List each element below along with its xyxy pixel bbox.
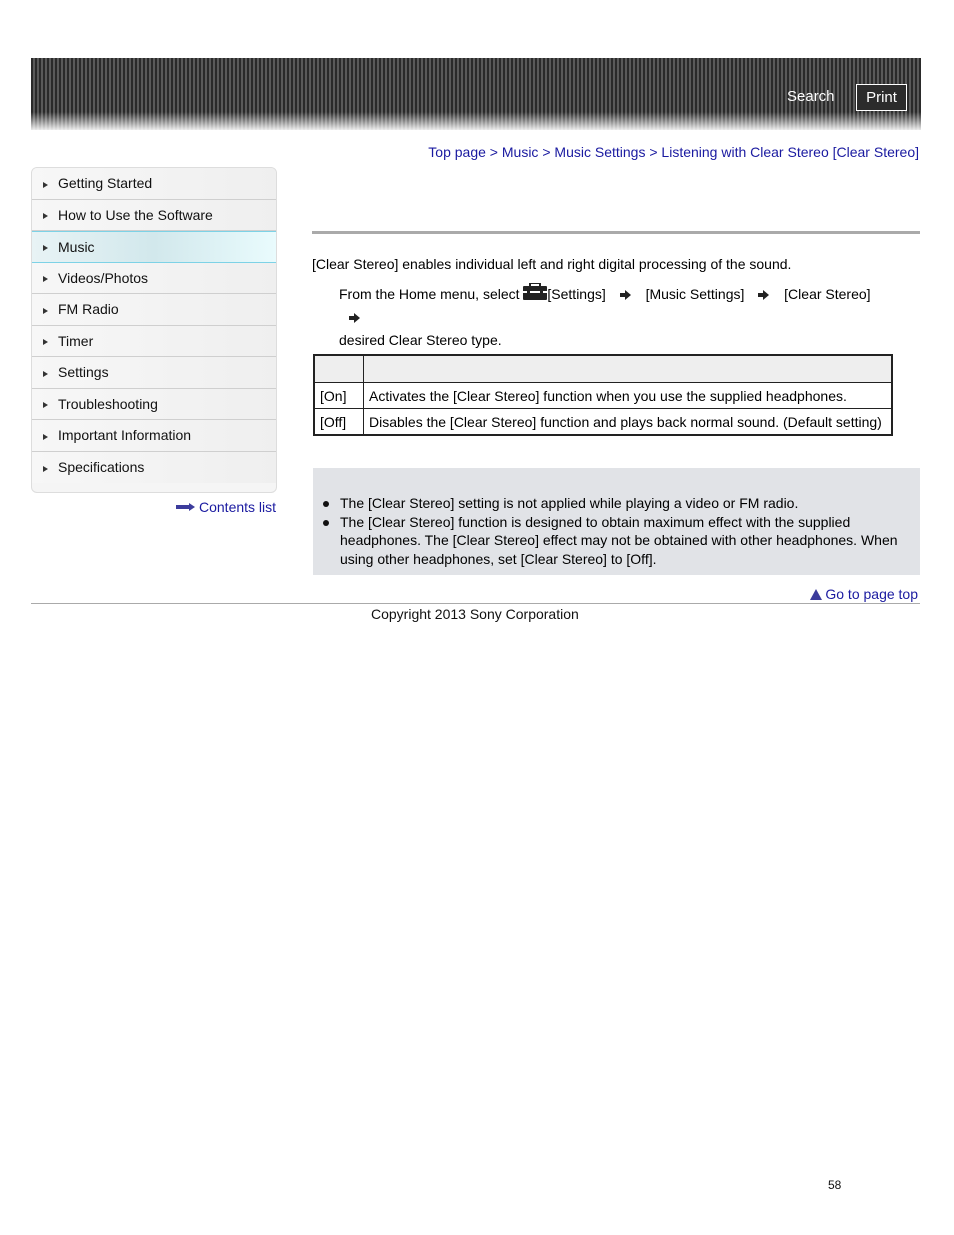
sidebar-item-fm-radio[interactable]: FM Radio (32, 294, 276, 326)
option-cell: [On] (313, 382, 364, 409)
sidebar-item-videos-photos[interactable]: Videos/Photos (32, 262, 276, 294)
step-music-settings: [Music Settings] (645, 286, 745, 302)
table-row: [Off] Disables the [Clear Stereo] functi… (313, 408, 893, 436)
triangle-right-icon (43, 402, 48, 409)
option-cell: [Off] (313, 408, 364, 436)
arrow-right-icon (176, 503, 196, 511)
triangle-right-icon (43, 339, 48, 346)
breadcrumb-current-page[interactable]: Listening with Clear Stereo [Clear Stere… (661, 144, 919, 160)
hint-list: The [Clear Stereo] setting is not applie… (323, 494, 913, 568)
triangle-right-icon (43, 433, 48, 440)
breadcrumb-top-page[interactable]: Top page (428, 144, 486, 160)
hint-box: The [Clear Stereo] setting is not applie… (313, 468, 920, 575)
triangle-up-icon (810, 588, 823, 600)
contents-list-label: Contents list (199, 499, 277, 515)
sidebar-item-music[interactable]: Music (32, 231, 276, 263)
triangle-right-icon (43, 213, 48, 220)
arrow-right-icon (349, 313, 361, 323)
sidebar-item-label: Videos/Photos (58, 269, 149, 286)
sidebar-item-label: Important Information (58, 427, 192, 444)
sidebar-item-label: Timer (58, 332, 94, 349)
intro-text: [Clear Stereo] enables individual left a… (312, 256, 792, 272)
sidebar-item-how-to-use-software[interactable]: How to Use the Software (32, 199, 276, 231)
sidebar-item-settings[interactable]: Settings (32, 357, 276, 389)
triangle-right-icon (43, 245, 48, 252)
triangle-right-icon (43, 465, 48, 472)
step-settings: [Settings] (547, 286, 606, 302)
sidebar-item-label: Troubleshooting (58, 395, 158, 412)
procedure-step: From the Home menu, select [Settings] [M… (339, 282, 899, 352)
sidebar-item-label: Music (58, 238, 95, 255)
footer-divider (31, 603, 920, 604)
go-to-page-top-link[interactable]: Go to page top (810, 586, 918, 602)
sidebar-item-specifications[interactable]: Specifications (32, 451, 276, 483)
description-cell: Activates the [Clear Stereo] function wh… (363, 382, 893, 409)
breadcrumb-music-settings[interactable]: Music Settings (554, 144, 645, 160)
sidebar-item-label: How to Use the Software (58, 206, 213, 223)
triangle-right-icon (43, 181, 48, 188)
search-link[interactable]: Search (787, 88, 835, 105)
breadcrumb: Top page > Music > Music Settings > List… (428, 144, 919, 160)
hint-item: The [Clear Stereo] setting is not applie… (323, 494, 913, 513)
breadcrumb-separator: > (649, 144, 658, 160)
description-cell: Disables the [Clear Stereo] function and… (363, 408, 893, 436)
table-row: [On] Activates the [Clear Stereo] functi… (313, 382, 893, 409)
sidebar-item-label: Specifications (58, 459, 145, 476)
table-header-row (313, 354, 893, 383)
breadcrumb-separator: > (489, 144, 498, 160)
print-button[interactable]: Print (856, 84, 907, 111)
sidebar-item-label: FM Radio (58, 301, 119, 318)
page-top-label: Go to page top (825, 586, 918, 602)
triangle-right-icon (43, 276, 48, 283)
sidebar-nav: Getting Started How to Use the Software … (31, 167, 277, 493)
title-divider (312, 231, 920, 234)
triangle-right-icon (43, 370, 48, 377)
step-clear-stereo: [Clear Stereo] (784, 286, 871, 302)
breadcrumb-separator: > (542, 144, 551, 160)
sidebar-item-timer[interactable]: Timer (32, 325, 276, 357)
step-suffix: desired Clear Stereo type. (339, 332, 502, 348)
options-table: [On] Activates the [Clear Stereo] functi… (313, 354, 893, 436)
hint-item: The [Clear Stereo] function is designed … (323, 513, 913, 569)
sidebar-item-troubleshooting[interactable]: Troubleshooting (32, 388, 276, 420)
table-header-cell (313, 354, 364, 383)
breadcrumb-music[interactable]: Music (502, 144, 539, 160)
triangle-right-icon (43, 307, 48, 314)
arrow-right-icon (758, 290, 770, 300)
sidebar-item-important-information[interactable]: Important Information (32, 420, 276, 452)
arrow-right-icon (619, 290, 632, 300)
sidebar-item-label: Settings (58, 364, 109, 381)
sidebar-item-label: Getting Started (58, 175, 153, 192)
page-number: 58 (828, 1178, 842, 1192)
step-prefix: From the Home menu, select (339, 286, 520, 302)
toolbox-icon (523, 282, 548, 300)
contents-list-link[interactable]: Contents list (176, 499, 276, 515)
table-header-cell (363, 354, 893, 383)
sidebar-item-getting-started[interactable]: Getting Started (32, 168, 276, 200)
copyright-text: Copyright 2013 Sony Corporation (371, 606, 579, 622)
